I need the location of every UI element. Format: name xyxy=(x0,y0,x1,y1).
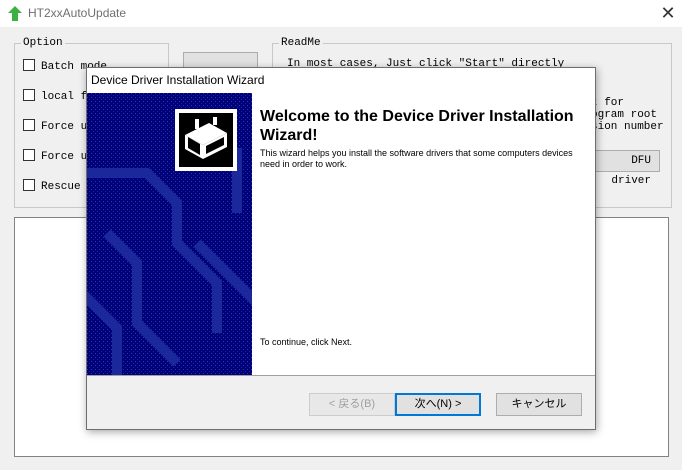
green-up-arrow-icon xyxy=(8,6,22,21)
window-title: HT2xxAutoUpdate xyxy=(28,6,127,20)
wizard-description: This wizard helps you install the softwa… xyxy=(260,148,573,169)
wizard-content: Welcome to the Device Driver Installatio… xyxy=(252,93,595,375)
wizard-title: Device Driver Installation Wizard xyxy=(91,73,265,87)
option-rescue[interactable]: Rescue xyxy=(23,179,81,193)
back-button[interactable]: < 戻る(B) xyxy=(309,393,395,416)
hardware-device-icon xyxy=(175,109,237,171)
readme-fragment-2: ogram root xyxy=(591,109,658,121)
checkbox[interactable] xyxy=(23,89,35,101)
wizard-continue-text: To continue, click Next. xyxy=(260,337,353,347)
wizard-heading: Welcome to the Device Driver Installatio… xyxy=(260,108,574,144)
driver-install-wizard: Device Driver Installation Wizard Welcom… xyxy=(86,67,596,430)
wizard-banner xyxy=(87,93,252,375)
option-force-update-2[interactable]: Force up xyxy=(23,149,94,163)
cancel-button[interactable]: キャンセル xyxy=(496,393,582,416)
title-bar: HT2xxAutoUpdate ✕ xyxy=(0,0,682,27)
option-local-file[interactable]: local fi xyxy=(23,89,94,103)
dfu-driver-button[interactable]: DFU driver xyxy=(589,150,660,187)
option-force-update-1[interactable]: Force up xyxy=(23,119,94,133)
checkbox[interactable] xyxy=(23,149,35,161)
close-icon[interactable]: ✕ xyxy=(654,2,682,26)
banner-graphic xyxy=(87,93,252,375)
readme-legend: ReadMe xyxy=(279,37,323,49)
option-legend: Option xyxy=(21,37,65,49)
checkbox[interactable] xyxy=(23,119,35,131)
readme-fragment-3: sion number xyxy=(591,121,664,133)
next-button[interactable]: 次へ(N) > xyxy=(395,393,481,416)
wizard-footer: < 戻る(B) 次へ(N) > キャンセル xyxy=(87,375,595,429)
checkbox[interactable] xyxy=(23,179,35,191)
checkbox[interactable] xyxy=(23,59,35,71)
